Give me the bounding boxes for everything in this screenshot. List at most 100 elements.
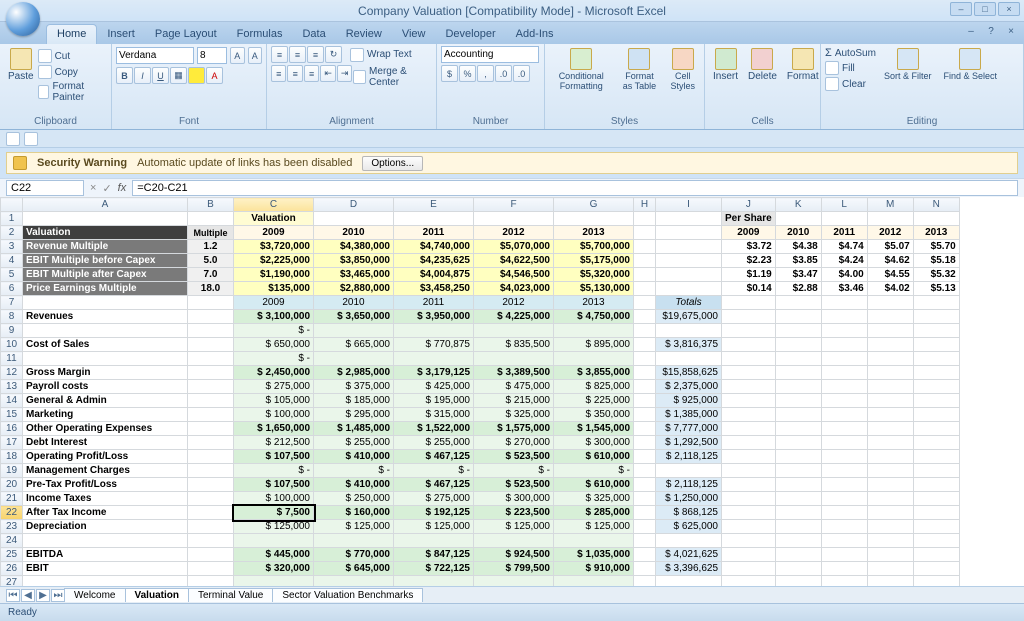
cell[interactable]	[775, 506, 821, 520]
cell[interactable]	[867, 352, 913, 366]
border-button[interactable]: ▦	[170, 67, 187, 84]
sheet-nav-last[interactable]: ⏭	[51, 589, 65, 602]
cell[interactable]	[188, 436, 234, 450]
cell[interactable]	[656, 324, 722, 338]
align-right-button[interactable]: ≡	[304, 65, 319, 82]
cell[interactable]: $135,000	[234, 282, 314, 296]
cell[interactable]	[722, 422, 776, 436]
cell[interactable]: $5,130,000	[554, 282, 634, 296]
cell[interactable]	[867, 436, 913, 450]
help-icon[interactable]: ?	[984, 26, 998, 38]
cell[interactable]	[188, 366, 234, 380]
cut-button[interactable]: Cut	[38, 49, 107, 63]
data-row-label[interactable]: Management Charges	[23, 464, 188, 478]
cell[interactable]: $ 2,985,000	[314, 366, 394, 380]
cell[interactable]: $ 100,000	[234, 408, 314, 422]
cell[interactable]: $ 3,816,375	[656, 338, 722, 352]
val-row-label[interactable]: Revenue Multiple	[23, 240, 188, 254]
data-row-label[interactable]: Payroll costs	[23, 380, 188, 394]
row-header-14[interactable]: 14	[1, 394, 23, 408]
cell[interactable]: $ 295,000	[314, 408, 394, 422]
cell[interactable]: $ 523,500	[474, 450, 554, 464]
cell[interactable]: $4.02	[867, 282, 913, 296]
cell[interactable]	[867, 520, 913, 534]
cell[interactable]: $ 212,500	[234, 436, 314, 450]
cell[interactable]: $5.70	[913, 240, 959, 254]
cell[interactable]: $ 1,485,000	[314, 422, 394, 436]
cell[interactable]: $ -	[394, 464, 474, 478]
cell[interactable]	[867, 478, 913, 492]
cell[interactable]	[634, 338, 656, 352]
font-name-select[interactable]	[116, 47, 194, 64]
row-header-24[interactable]: 24	[1, 534, 23, 548]
cell[interactable]: $ 2,118,125	[656, 450, 722, 464]
col-header-B[interactable]: B	[188, 198, 234, 212]
cell[interactable]: $ 722,125	[394, 562, 474, 576]
cell[interactable]: $ 645,000	[314, 562, 394, 576]
cell[interactable]	[722, 296, 776, 310]
cell[interactable]: $ 325,000	[554, 492, 634, 506]
sort-filter-button[interactable]: Sort & Filter	[880, 46, 936, 92]
cell[interactable]: $5,175,000	[554, 254, 634, 268]
cell[interactable]	[867, 562, 913, 576]
format-cells-button[interactable]: Format	[783, 46, 823, 84]
copy-button[interactable]: Copy	[38, 65, 107, 79]
cell[interactable]: $ 3,389,500	[474, 366, 554, 380]
cell[interactable]: $ 315,000	[394, 408, 474, 422]
cell[interactable]: $ 125,000	[234, 520, 314, 534]
cell[interactable]: 1.2	[188, 240, 234, 254]
cell[interactable]: $ 195,000	[394, 394, 474, 408]
cell[interactable]	[656, 226, 722, 240]
cell[interactable]	[634, 492, 656, 506]
fill-color-button[interactable]	[188, 67, 205, 84]
sheet-tab-terminal[interactable]: Terminal Value	[188, 588, 273, 602]
cell[interactable]	[913, 212, 959, 226]
cell[interactable]: 2010	[314, 296, 394, 310]
data-row-label[interactable]: General & Admin	[23, 394, 188, 408]
office-button[interactable]	[6, 2, 40, 36]
cell[interactable]: $4.55	[867, 268, 913, 282]
cell[interactable]: $3.72	[722, 240, 776, 254]
cell[interactable]: $ 325,000	[474, 408, 554, 422]
cell[interactable]: $ 3,396,625	[656, 562, 722, 576]
cell[interactable]	[775, 296, 821, 310]
cell[interactable]	[634, 310, 656, 324]
col-header-C[interactable]: C	[234, 198, 314, 212]
align-center-button[interactable]: ≡	[287, 65, 302, 82]
cell[interactable]	[634, 226, 656, 240]
cell[interactable]: $5.07	[867, 240, 913, 254]
cell[interactable]: 2009	[722, 226, 776, 240]
row-header-10[interactable]: 10	[1, 338, 23, 352]
data-row-label[interactable]: EBITDA	[23, 548, 188, 562]
cell[interactable]	[634, 380, 656, 394]
find-select-button[interactable]: Find & Select	[939, 46, 1001, 92]
cell[interactable]: $ 192,125	[394, 506, 474, 520]
cell[interactable]: $ 125,000	[474, 520, 554, 534]
cell[interactable]: $ 275,000	[394, 492, 474, 506]
cell[interactable]	[722, 562, 776, 576]
cell[interactable]	[775, 380, 821, 394]
minimize-button[interactable]: –	[950, 2, 972, 16]
comma-button[interactable]: ,	[477, 65, 494, 82]
cell[interactable]: $2.23	[722, 254, 776, 268]
cell[interactable]: $4,622,500	[474, 254, 554, 268]
cell[interactable]: 2013	[554, 226, 634, 240]
row-header-20[interactable]: 20	[1, 478, 23, 492]
cell[interactable]	[722, 394, 776, 408]
cell[interactable]: 2011	[394, 226, 474, 240]
cell[interactable]: $ 107,500	[234, 478, 314, 492]
ribbon-minimize-icon[interactable]: –	[964, 26, 978, 38]
cell[interactable]: $ 770,000	[314, 548, 394, 562]
conditional-formatting-button[interactable]: Conditional Formatting	[549, 46, 613, 93]
cell[interactable]: 18.0	[188, 282, 234, 296]
cell[interactable]	[821, 394, 867, 408]
cell[interactable]: $ -	[234, 352, 314, 366]
tab-home[interactable]: Home	[46, 24, 97, 44]
cell[interactable]: $ 105,000	[234, 394, 314, 408]
sheet-nav-next[interactable]: ▶	[36, 589, 50, 602]
cell[interactable]	[775, 394, 821, 408]
cell[interactable]: $ 1,522,000	[394, 422, 474, 436]
cell[interactable]: $ 847,125	[394, 548, 474, 562]
cell[interactable]: $5.13	[913, 282, 959, 296]
cell[interactable]	[913, 450, 959, 464]
